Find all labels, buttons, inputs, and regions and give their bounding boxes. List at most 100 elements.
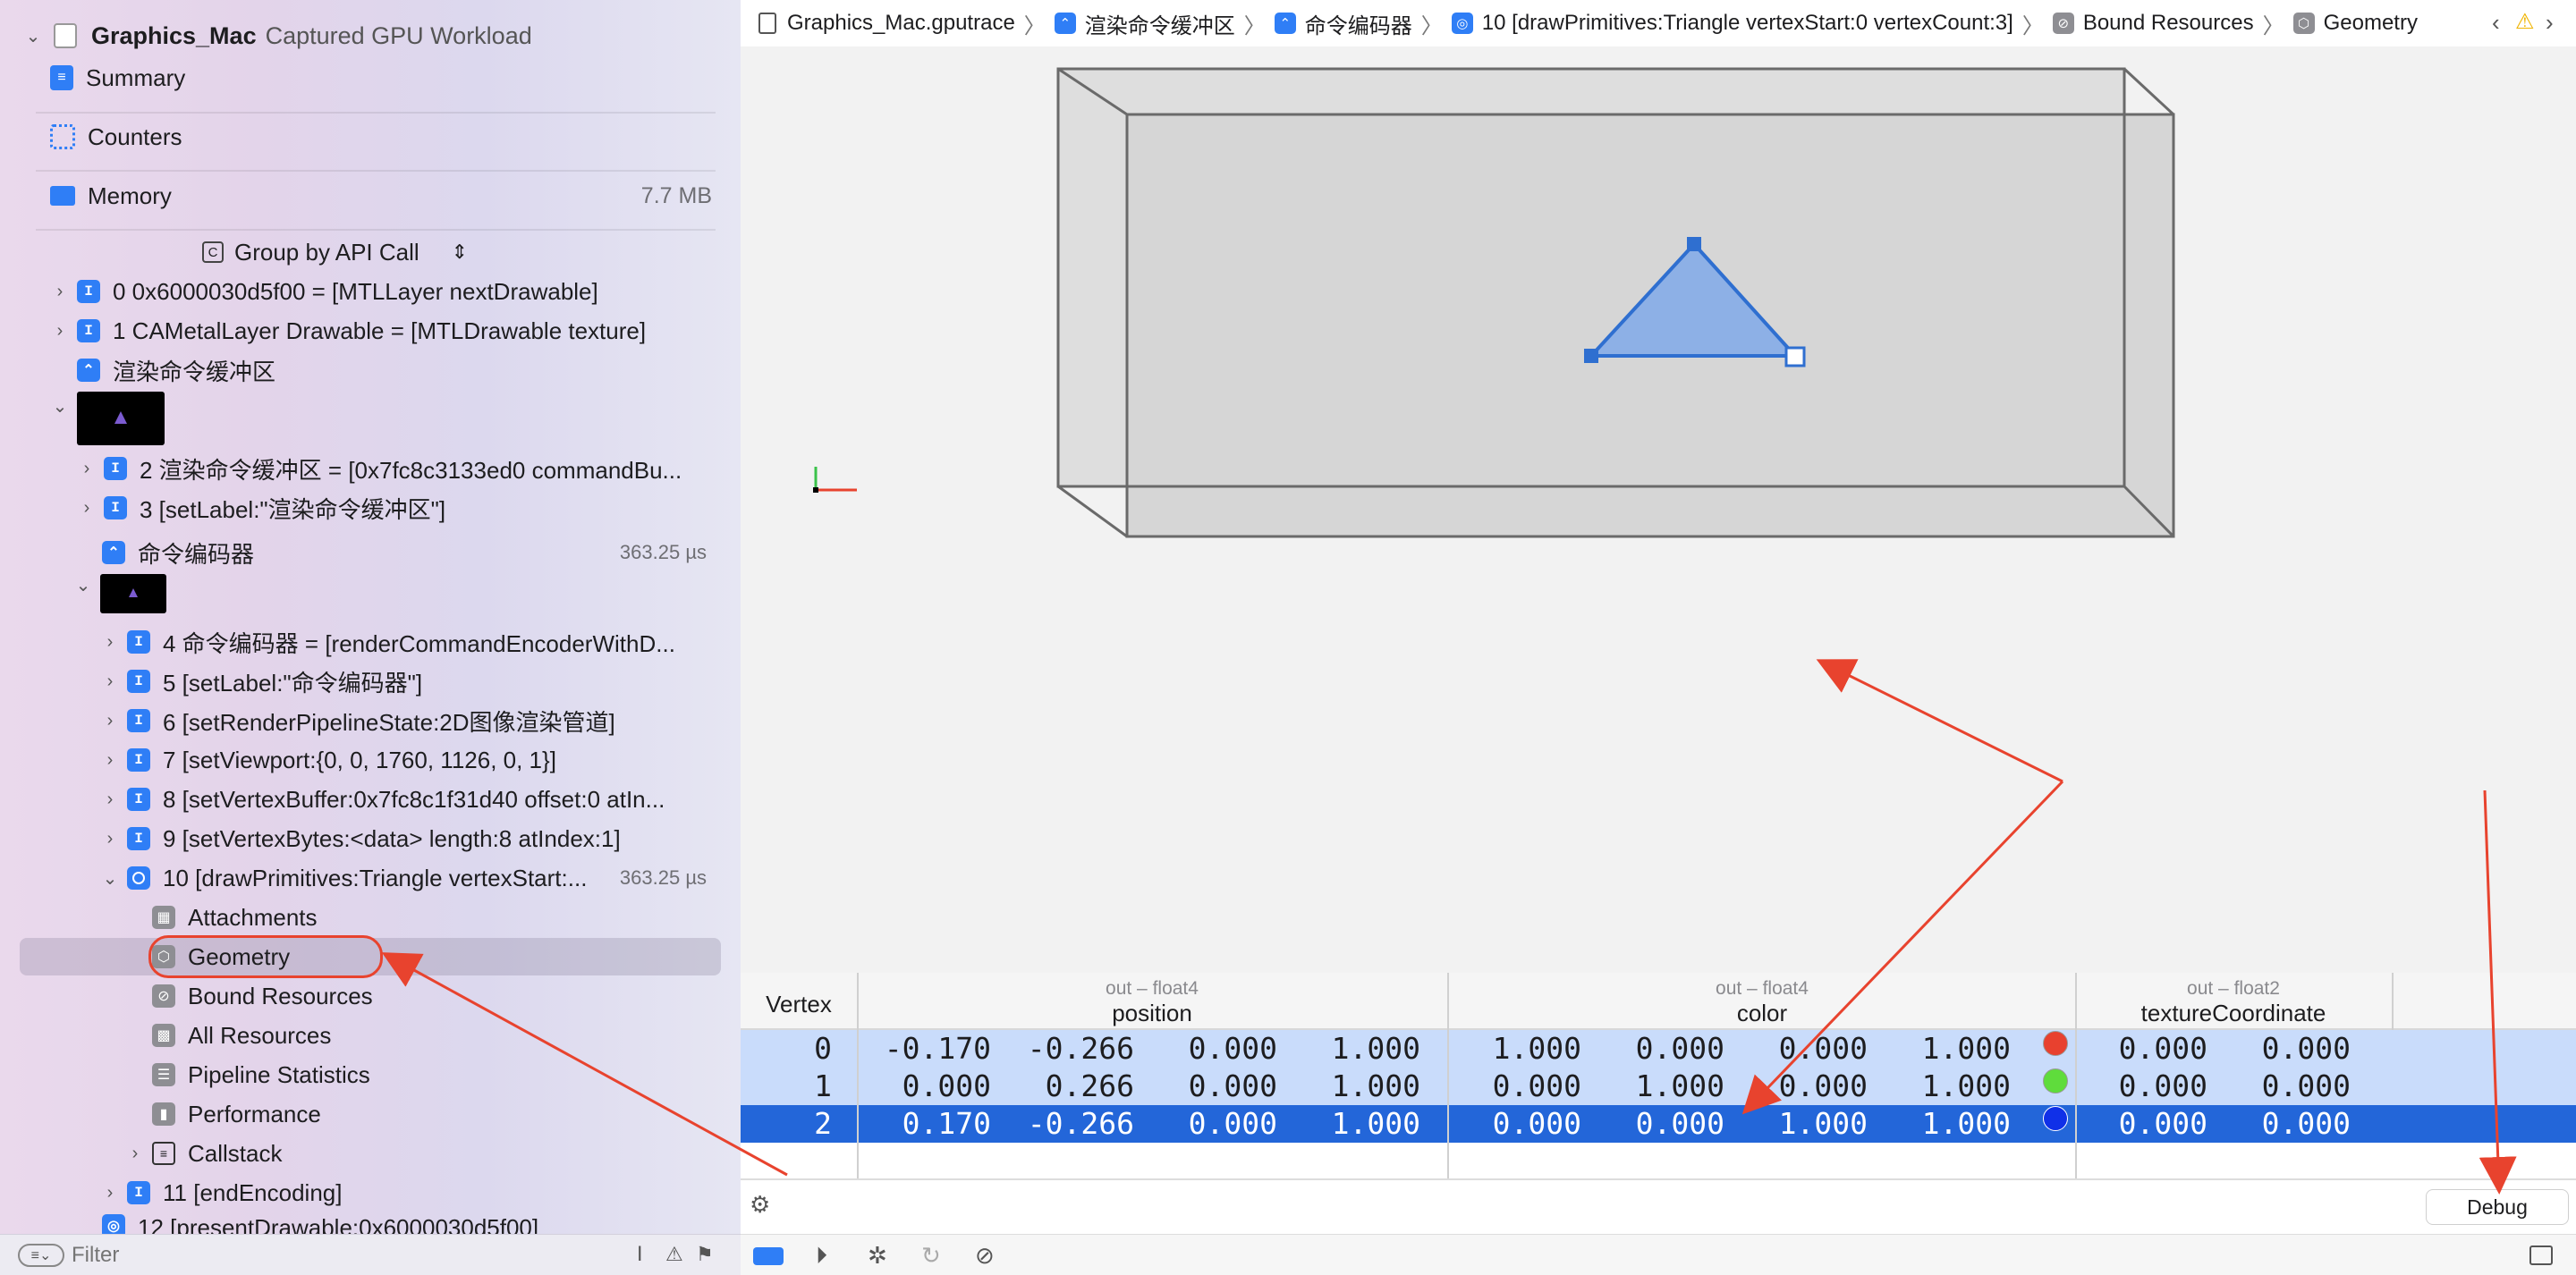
list-item[interactable]: ◎ 12 [presentDrawable:0x6000030d5f00] [102, 1214, 538, 1234]
vertex-handle[interactable] [1687, 237, 1701, 251]
breadcrumb-item[interactable]: ⌃ 渲染命令缓冲区 [1054, 8, 1235, 39]
sidebar-item-all-resources[interactable]: ▩ All Resources [152, 1017, 331, 1053]
table-row-selected[interactable]: 2 0.170 -0.266 0.000 1.000 0.000 0.000 1… [741, 1105, 2576, 1143]
breadcrumb-item[interactable]: ◎ 10 [drawPrimitives:Triangle vertexStar… [1451, 11, 2013, 36]
chevron-right-icon[interactable]: › [50, 321, 70, 342]
list-item-draw-call[interactable]: ⌄ 10 [drawPrimitives:Triangle vertexStar… [100, 860, 707, 896]
chevron-right-icon[interactable]: › [77, 459, 97, 479]
forward-arrow-icon[interactable]: › [2546, 9, 2554, 37]
column-header-color[interactable]: color [1449, 1000, 2075, 1027]
cell-value: 0.000 [1188, 1068, 1277, 1103]
cell-value: 0.266 [1045, 1068, 1134, 1103]
breadcrumb-item[interactable]: ⊘ Bound Resources [2052, 11, 2254, 36]
chevron-down-icon[interactable]: ⌄ [23, 25, 43, 47]
render-thumbnail[interactable] [77, 392, 165, 445]
list-item[interactable]: › I 3 [setLabel:"渲染命令缓冲区"] [77, 490, 445, 526]
sidebar-item-pipeline-statistics[interactable]: ☰ Pipeline Statistics [152, 1057, 370, 1093]
chevron-right-icon[interactable]: › [100, 671, 120, 692]
list-item[interactable]: › I 9 [setVertexBytes:<data> length:8 at… [100, 821, 621, 857]
list-item[interactable]: › I 1 CAMetalLayer Drawable = [MTLDrawab… [50, 313, 646, 349]
chevron-right-icon[interactable]: › [100, 750, 120, 771]
table-header: Vertex out – float4 position out – float… [741, 973, 2576, 1030]
breadcrumb-item[interactable]: ⬡ Geometry [2292, 11, 2418, 36]
sidebar-item-attachments[interactable]: ▦ Attachments [152, 899, 318, 935]
column-divider[interactable] [2392, 973, 2394, 1030]
bug-icon[interactable]: ✲ [868, 1242, 887, 1270]
list-item-label: 3 [setLabel:"渲染命令缓冲区"] [140, 495, 446, 523]
chevron-right-icon[interactable]: › [100, 1183, 120, 1203]
sidebar-item-counters[interactable]: Counters [50, 119, 182, 155]
table-row[interactable]: 1 0.000 0.266 0.000 1.000 0.000 1.000 0.… [741, 1068, 2576, 1105]
chevron-right-icon[interactable]: › [100, 789, 120, 810]
api-call-icon: I [127, 670, 150, 693]
debug-button[interactable]: Debug [2426, 1189, 2569, 1225]
warning-filter-icon[interactable]: ⚠ [665, 1243, 683, 1266]
list-item[interactable]: › I 8 [setVertexBuffer:0x7fc8c1f31d40 of… [100, 781, 665, 817]
vertex-handle[interactable] [1584, 349, 1598, 363]
command-buffer-icon: ⌃ [1054, 13, 1076, 34]
geometry-canvas[interactable] [741, 46, 2576, 973]
geometry-viewport[interactable] [741, 46, 2576, 973]
disclosure-row[interactable]: ⌄ [73, 567, 93, 603]
reload-icon[interactable]: ↻ [921, 1242, 941, 1270]
sidebar-item-performance[interactable]: ▮ Performance [152, 1096, 321, 1132]
list-item[interactable]: ⌃ 渲染命令缓冲区 [77, 352, 275, 388]
chevron-right-icon: 〉 [1023, 13, 1046, 38]
cube-icon: ⬡ [2292, 13, 2315, 34]
column-header-position[interactable]: position [857, 1000, 1447, 1027]
sidebar-item-callstack[interactable]: › ≡ Callstack [125, 1136, 283, 1171]
breadcrumb-item[interactable]: Graphics_Mac.gputrace [758, 11, 1015, 36]
column-header-texture-coordinate[interactable]: textureCoordinate [2077, 1000, 2390, 1027]
chevron-right-icon[interactable]: › [77, 498, 97, 519]
column-divider[interactable] [2075, 973, 2077, 1178]
encoder-thumbnail[interactable] [100, 574, 166, 613]
cell-value: 1.000 [1331, 1068, 1420, 1103]
chevron-right-icon[interactable]: › [100, 632, 120, 653]
group-by-selector[interactable]: C Group by API Call ⇕ [202, 234, 468, 270]
workload-header[interactable]: ⌄ Graphics_Mac Captured GPU Workload [23, 18, 532, 54]
list-item[interactable]: › I 11 [endEncoding] [100, 1175, 343, 1211]
list-item[interactable]: › I 5 [setLabel:"命令编码器"] [100, 663, 422, 699]
breadcrumb-label: 10 [drawPrimitives:Triangle vertexStart:… [1481, 11, 2013, 35]
sidebar-item-summary[interactable]: ≡ Summary [50, 60, 185, 96]
flag-icon[interactable]: ⚑ [696, 1243, 714, 1266]
continue-icon[interactable]: ⏵ [816, 1242, 827, 1271]
column-divider[interactable] [857, 973, 859, 1178]
column-type-label: out – float4 [1106, 978, 1199, 999]
table-row[interactable]: 0 -0.170 -0.266 0.000 1.000 1.000 0.000 … [741, 1030, 2576, 1068]
gear-icon[interactable]: ⚙ [750, 1191, 770, 1219]
sidebar-item-bound-resources[interactable]: ⊘ Bound Resources [152, 978, 373, 1014]
column-divider[interactable] [1447, 973, 1449, 1178]
disclosure-row[interactable]: ⌄ [50, 388, 70, 424]
list-item[interactable]: › I 6 [setRenderPipelineState:2D图像渲染管道] [100, 703, 615, 739]
chevron-down-icon[interactable]: ⌄ [50, 395, 70, 418]
callstack-icon: ≡ [152, 1142, 175, 1165]
list-item-label: 2 渲染命令缓冲区 = [0x7fc8c3133ed0 commandBu... [140, 456, 682, 484]
chevron-right-icon[interactable]: › [100, 829, 120, 849]
chevron-down-icon[interactable]: ⌄ [100, 867, 120, 890]
group-by-label: Group by API Call [234, 238, 419, 266]
draw-call-icon [127, 866, 150, 890]
compass-icon[interactable]: ⊘ [975, 1242, 995, 1270]
column-header-vertex[interactable]: Vertex [741, 991, 857, 1018]
chevron-right-icon[interactable]: › [100, 711, 120, 731]
filter-options-icon[interactable]: ≡⌄ [18, 1244, 64, 1267]
text-icon[interactable]: Ⅰ [637, 1243, 643, 1266]
list-item[interactable]: › I 4 命令编码器 = [renderCommandEncoderWithD… [100, 624, 675, 660]
list-item[interactable]: › I 7 [setViewport:{0, 0, 1760, 1126, 0,… [100, 742, 556, 778]
breakpoint-toggle-icon[interactable] [753, 1247, 784, 1265]
sidebar-item-memory[interactable]: Memory 7.7 MB [50, 178, 712, 214]
chevron-right-icon[interactable]: › [50, 282, 70, 302]
chevron-right-icon[interactable]: › [125, 1144, 145, 1164]
chevron-down-icon[interactable]: ⌄ [73, 574, 93, 596]
filter-input[interactable] [72, 1242, 608, 1269]
chevron-right-icon: 〉 [1420, 13, 1443, 38]
list-item[interactable]: › I 0 0x6000030d5f00 = [MTLLayer nextDra… [50, 274, 598, 309]
list-item[interactable]: › I 2 渲染命令缓冲区 = [0x7fc8c3133ed0 commandB… [77, 451, 682, 486]
warning-icon[interactable]: ⚠ [2515, 9, 2535, 35]
vertex-handle-selected[interactable] [1784, 346, 1806, 367]
back-arrow-icon[interactable]: ‹ [2492, 9, 2500, 37]
list-item[interactable]: ⌃ 命令编码器 363.25 µs [102, 535, 707, 570]
breadcrumb-item[interactable]: ⌃ 命令编码器 [1274, 8, 1412, 39]
panel-toggle-icon[interactable] [2529, 1245, 2553, 1265]
